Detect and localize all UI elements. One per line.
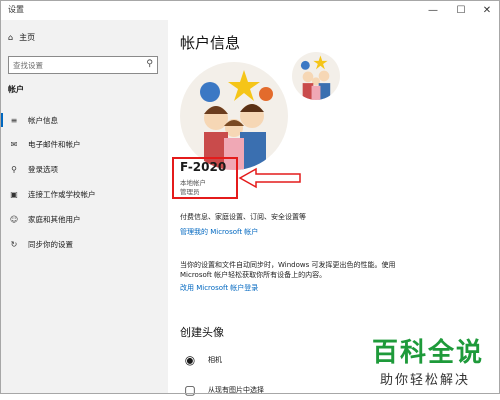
sidebar-home[interactable]: ⌂ 主页 <box>8 32 35 43</box>
sidebar-item-family-users[interactable]: ☺ 家庭和其他用户 <box>0 207 168 231</box>
username: F-2020 <box>180 160 227 174</box>
browse-picture-option[interactable]: ▢ 从现有图片中选择 <box>180 380 264 400</box>
sidebar-item-label: 登录选项 <box>28 164 58 174</box>
minimize-button[interactable]: — <box>420 0 446 20</box>
close-button[interactable]: ✕ <box>474 0 500 20</box>
sidebar-item-sign-in-options[interactable]: ⚲ 登录选项 <box>0 157 168 181</box>
sidebar-section-title: 帐户 <box>8 85 24 94</box>
sidebar-item-label: 电子邮件和帐户 <box>28 139 81 149</box>
maximize-button[interactable]: ☐ <box>448 0 474 20</box>
person-list-icon: ≡ <box>10 115 18 125</box>
manage-account-link[interactable]: 管理我的 Microsoft 帐户 <box>180 227 258 237</box>
avatar-small-illustration <box>300 55 331 100</box>
search-icon: ⚲ <box>146 59 153 69</box>
title-bar: 设置 — ☐ ✕ <box>0 0 500 20</box>
home-icon: ⌂ <box>8 33 14 42</box>
search-input[interactable]: 查找设置 ⚲ <box>8 56 158 74</box>
mail-icon: ✉ <box>10 139 18 149</box>
create-avatar-title: 创建头像 <box>180 326 224 339</box>
avatar-small[interactable] <box>292 52 340 100</box>
account-info-line: 付费信息、家庭设置、订阅、安全设置等 <box>180 213 306 221</box>
key-icon: ⚲ <box>11 164 17 174</box>
picture-icon: ▢ <box>184 383 196 397</box>
window-title: 设置 <box>8 5 24 14</box>
avatar <box>180 62 288 170</box>
sidebar-item-account-info[interactable]: ≡ 帐户信息 <box>0 108 168 132</box>
sidebar-item-work-school[interactable]: ▣ 连接工作或学校帐户 <box>0 182 168 206</box>
sidebar-item-email-accounts[interactable]: ✉ 电子邮件和帐户 <box>0 132 168 156</box>
close-icon: ✕ <box>482 4 492 16</box>
minimize-icon: — <box>428 4 438 16</box>
page-title: 帐户信息 <box>180 34 241 52</box>
avatar-illustration <box>200 70 273 170</box>
home-label: 主页 <box>19 33 36 42</box>
camera-label: 相机 <box>208 356 222 364</box>
maximize-icon: ☐ <box>456 4 466 16</box>
sidebar-item-label: 同步你的设置 <box>28 239 73 249</box>
arrow-annotation-icon <box>238 167 301 189</box>
switch-microsoft-account-link[interactable]: 改用 Microsoft 帐户登录 <box>180 283 258 293</box>
camera-option[interactable]: ◉ 相机 <box>180 350 222 370</box>
sidebar-item-label: 家庭和其他用户 <box>28 214 81 224</box>
sidebar-item-sync-settings[interactable]: ↻ 同步你的设置 <box>0 232 168 256</box>
account-role: 管理员 <box>180 188 200 196</box>
camera-icon: ◉ <box>184 353 196 367</box>
watermark: 百科全说 助你轻松解决 <box>372 332 484 388</box>
sync-description: 当你的设置和文件自动同步时，Windows 可发挥更出色的性能。使用 Micro… <box>180 261 396 279</box>
sidebar-item-label: 帐户信息 <box>28 115 58 125</box>
sync-icon: ↻ <box>10 239 18 249</box>
sidebar-item-label: 连接工作或学校帐户 <box>28 189 96 199</box>
sidebar: ⌂ 主页 查找设置 ⚲ 帐户 ≡ 帐户信息 ✉ 电子邮件和帐户 ⚲ 登录选项 ▣… <box>0 20 168 394</box>
person-add-icon: ☺ <box>9 214 19 224</box>
search-placeholder: 查找设置 <box>13 61 43 70</box>
watermark-subtitle: 助你轻松解决 <box>380 373 471 388</box>
watermark-title: 百科全说 <box>372 338 485 368</box>
briefcase-icon: ▣ <box>10 189 18 199</box>
